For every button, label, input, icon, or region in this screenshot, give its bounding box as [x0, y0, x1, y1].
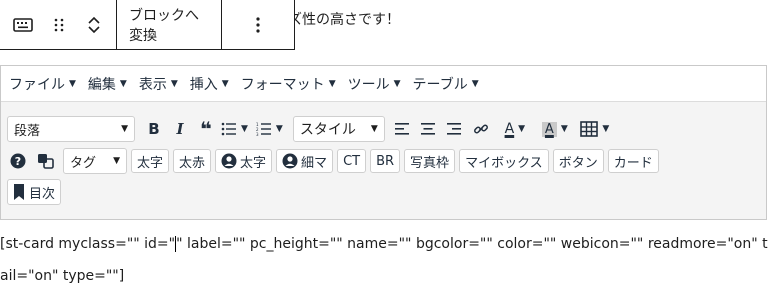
convert-group: ブロックへ変換: [117, 0, 222, 49]
block-tools-group: [0, 0, 117, 49]
menu-tools-label: ツール: [347, 76, 390, 93]
paragraph-text-behind: ズ性の高さです！: [288, 12, 400, 28]
user-icon: [221, 153, 237, 169]
caret-down-icon: ▼: [602, 124, 610, 134]
caret-down-icon: ▼: [518, 124, 526, 134]
content-line-1: [st-card myclass="" id="" label="" pc_he…: [0, 228, 768, 260]
format-select-value: 段落: [14, 123, 41, 139]
menu-format[interactable]: フォーマット ▼: [241, 74, 336, 94]
menubar: ファイル ▼ 編集 ▼ 表示 ▼ 挿入 ▼ フォーマット ▼ ツール ▼ テーブル ▼: [1, 66, 766, 102]
menu-edit[interactable]: 編集 ▼: [88, 74, 127, 94]
more-options-button[interactable]: [222, 0, 294, 50]
numbered-list-icon[interactable]: 123 ▼: [256, 117, 283, 141]
align-center-icon[interactable]: [417, 117, 439, 141]
caret-down-icon: ▼: [471, 78, 479, 89]
br-button[interactable]: BR: [370, 149, 401, 173]
tag-select-label: タグ: [70, 155, 97, 171]
caret-down-icon: ▼: [370, 124, 378, 134]
caret-down-icon: ▼: [393, 78, 401, 89]
text-color-icon[interactable]: A ▼: [497, 117, 533, 141]
menu-insert-label: 挿入: [189, 76, 218, 93]
toc-button[interactable]: 目次: [7, 179, 62, 205]
content-text-after-cursor: " label="" pc_height="" name="" bgcolor=…: [176, 236, 768, 252]
card-button[interactable]: カード: [607, 149, 659, 173]
menu-tools[interactable]: ツール ▼: [348, 74, 401, 94]
menu-file[interactable]: ファイル ▼: [9, 74, 76, 94]
toc-label: 目次: [29, 186, 56, 202]
caret-down-icon: ▼: [113, 156, 120, 166]
align-left-icon[interactable]: [391, 117, 413, 141]
toolbar-row-1: 段落 ▼ B I ❝ ▼ 123 ▼ スタイル ▼ A ▼ A ▼ ▼: [7, 116, 617, 142]
italic-icon[interactable]: I: [169, 117, 191, 141]
keyboard-icon[interactable]: [0, 0, 46, 50]
caret-down-icon: ▼: [221, 78, 229, 89]
options-group: [222, 0, 294, 49]
menu-insert[interactable]: 挿入 ▼: [190, 74, 229, 94]
tag-select[interactable]: タグ ▼: [63, 148, 127, 174]
classic-editor: ファイル ▼ 編集 ▼ 表示 ▼ 挿入 ▼ フォーマット ▼ ツール ▼ テーブル ▼ 段落 …: [0, 65, 767, 220]
block-movers: [72, 0, 116, 50]
menu-format-label: フォーマット: [240, 76, 325, 93]
shortcode-icon[interactable]: [33, 149, 59, 173]
mybox-button[interactable]: マイボックス: [459, 149, 549, 173]
content-text-before-cursor: [st-card myclass="" id=": [0, 236, 176, 252]
toolbar-row-2: ? タグ ▼ 太字 太赤 太字 細マ CT BR 写真枠 マイボックス ボタン …: [7, 148, 663, 174]
more-vertical-icon: [256, 16, 260, 33]
svg-text:3: 3: [256, 132, 259, 136]
photo-frame-button[interactable]: 写真枠: [404, 149, 456, 173]
menu-view-label: 表示: [138, 76, 167, 93]
link-icon[interactable]: [469, 117, 493, 141]
menu-view[interactable]: 表示 ▼: [139, 74, 178, 94]
convert-to-blocks-button[interactable]: ブロックへ変換: [117, 0, 221, 50]
menu-table-label: テーブル: [412, 76, 468, 93]
editor-content[interactable]: [st-card myclass="" id="" label="" pc_he…: [0, 228, 768, 292]
bold-red-button[interactable]: 太赤: [173, 149, 212, 173]
caret-down-icon: ▼: [328, 78, 336, 89]
button-button[interactable]: ボタン: [552, 149, 604, 173]
align-right-icon[interactable]: [443, 117, 465, 141]
ct-button[interactable]: CT: [337, 149, 367, 173]
bold-icon[interactable]: B: [143, 117, 165, 141]
menu-table[interactable]: テーブル ▼: [413, 74, 479, 94]
svg-text:?: ?: [15, 155, 21, 168]
content-line-2: ail="on" type=""]: [0, 268, 125, 284]
bold-shortcut-button[interactable]: 太字: [131, 149, 170, 173]
caret-down-icon: ▼: [560, 124, 568, 134]
menu-edit-label: 編集: [87, 76, 116, 93]
caret-down-icon: ▼: [275, 124, 283, 134]
block-toolbar: ブロックへ変換: [0, 0, 295, 50]
chevron-up-icon[interactable]: [87, 15, 101, 25]
user-thin-label: 細マ: [301, 155, 328, 171]
drag-handle-icon[interactable]: [46, 0, 72, 50]
style-select-label: スタイル: [299, 122, 356, 138]
user-icon: [282, 153, 298, 169]
caret-down-icon: ▼: [119, 78, 127, 89]
bullet-list-icon[interactable]: ▼: [221, 117, 248, 141]
caret-down-icon: ▼: [170, 78, 178, 89]
table-icon[interactable]: ▼: [577, 117, 613, 141]
menu-file-label: ファイル: [9, 76, 65, 93]
blockquote-icon[interactable]: ❝: [195, 117, 217, 141]
caret-down-icon: ▼: [241, 124, 248, 134]
bookmark-icon: [14, 184, 24, 200]
user-bold-button[interactable]: 太字: [215, 149, 273, 173]
format-select[interactable]: 段落 ▼: [7, 116, 135, 142]
user-bold-label: 太字: [240, 155, 267, 171]
caret-down-icon: ▼: [69, 78, 76, 89]
style-select[interactable]: スタイル ▼: [292, 116, 385, 142]
user-thin-button[interactable]: 細マ: [276, 149, 334, 173]
background-color-icon[interactable]: A ▼: [537, 117, 573, 141]
editor-toolbar: 段落 ▼ B I ❝ ▼ 123 ▼ スタイル ▼ A ▼ A ▼ ▼ ? タグ…: [1, 102, 766, 219]
toolbar-row-3: 目次: [7, 179, 65, 205]
caret-down-icon: ▼: [121, 124, 128, 134]
help-icon[interactable]: ?: [7, 149, 29, 173]
chevron-down-icon[interactable]: [87, 25, 101, 35]
